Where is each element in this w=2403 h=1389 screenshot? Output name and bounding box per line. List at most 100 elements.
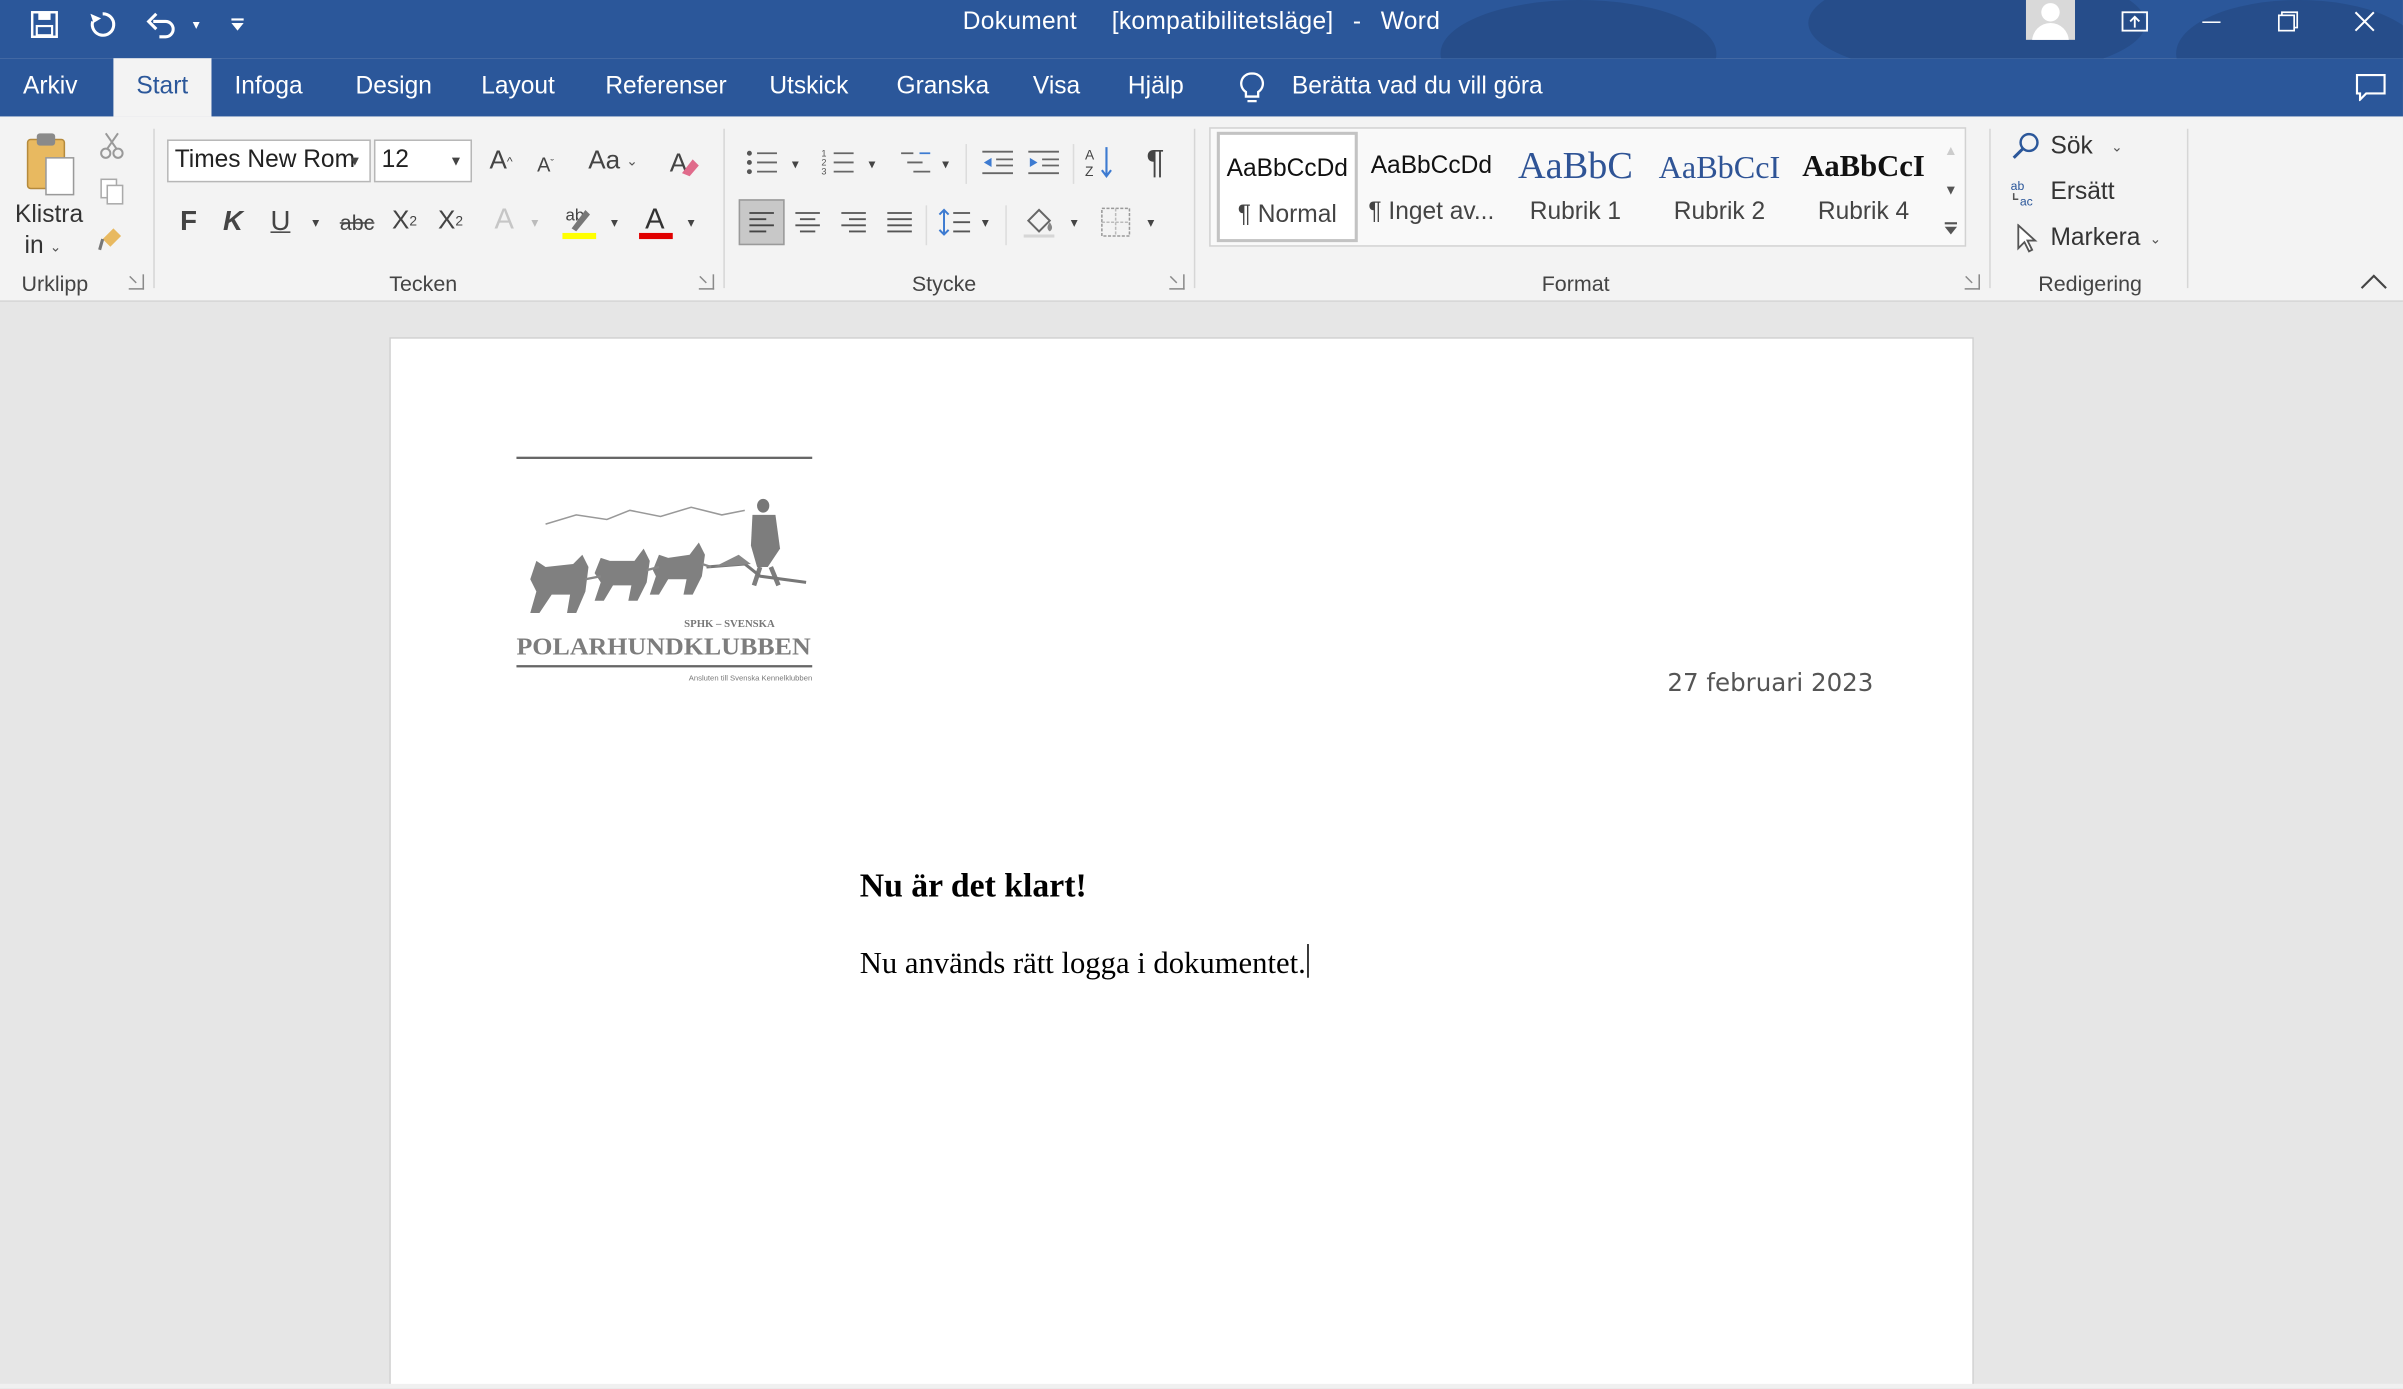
group-divider	[153, 128, 155, 289]
save-icon[interactable]	[21, 0, 67, 49]
chevron-down-icon: ▼	[347, 153, 362, 169]
text-effects-dropdown-icon[interactable]: ▾	[524, 205, 545, 239]
gallery-scroll-up-icon[interactable]: ▲	[1937, 132, 1965, 169]
tell-me-label: Berätta vad du vill göra	[1291, 73, 1543, 100]
tab-visa[interactable]: Visa	[1010, 58, 1103, 116]
increase-indent-icon[interactable]	[1024, 144, 1064, 181]
subscript-icon[interactable]: X2	[386, 202, 423, 239]
tab-design[interactable]: Design	[333, 58, 455, 116]
select-button[interactable]: Markera ⌄	[2014, 221, 2167, 258]
restore-icon[interactable]	[2250, 0, 2327, 43]
paragraph-launcher-icon[interactable]	[1169, 274, 1185, 290]
tab-hjalp[interactable]: Hjälp	[1105, 58, 1207, 116]
sort-icon[interactable]: AZ	[1082, 141, 1119, 184]
gallery-more-icon[interactable]	[1937, 210, 1965, 247]
collapse-ribbon-icon[interactable]	[2357, 270, 2391, 295]
tab-layout[interactable]: Layout	[458, 58, 578, 116]
tab-infoga[interactable]: Infoga	[211, 58, 325, 116]
tell-me-box[interactable]: Berätta vad du vill göra	[1234, 58, 1543, 116]
customize-qat-icon[interactable]	[224, 0, 252, 49]
tab-arkiv[interactable]: Arkiv	[0, 58, 100, 116]
underline-dropdown-icon[interactable]: ▾	[303, 205, 328, 239]
tab-start[interactable]: Start	[113, 58, 212, 117]
style-preview: AaBbC	[1517, 145, 1633, 187]
find-button[interactable]: Sök ⌄	[2011, 129, 2127, 166]
multilevel-dropdown-icon[interactable]: ▾	[935, 147, 956, 181]
comments-icon[interactable]	[2332, 58, 2396, 116]
numbering-icon[interactable]: 123	[818, 144, 858, 181]
club-logo[interactable]: SPHK – SVENSKA POLARHUNDKLUBBEN Ansluten…	[515, 454, 815, 690]
undo-dropdown-icon[interactable]: ▾	[184, 0, 209, 49]
copy-icon[interactable]	[95, 175, 129, 209]
style-heading-1[interactable]: AaBbC Rubrik 1	[1505, 132, 1646, 242]
shading-dropdown-icon[interactable]: ▾	[1064, 205, 1085, 239]
style-normal[interactable]: AaBbCcDd ¶ Normal	[1216, 131, 1358, 243]
body-text: Nu används rätt logga i dokumentet.	[859, 947, 1306, 981]
minimize-icon[interactable]	[2173, 0, 2250, 43]
tab-referenser[interactable]: Referenser	[582, 58, 749, 116]
group-divider	[723, 128, 725, 289]
shrink-font-icon[interactable]: Aˇ	[530, 147, 561, 181]
gallery-scroll-down-icon[interactable]: ▼	[1937, 172, 1965, 209]
compat-mode-label: [kompatibilitetsläge]	[1111, 9, 1334, 36]
borders-icon[interactable]	[1094, 202, 1137, 242]
decrease-indent-icon[interactable]	[978, 144, 1018, 181]
document-body[interactable]: Nu används rätt logga i dokumentet.	[860, 944, 1309, 982]
undo-icon[interactable]	[138, 0, 184, 49]
multilevel-list-icon[interactable]	[895, 144, 935, 181]
paste-label[interactable]: Klistra	[6, 201, 92, 232]
ribbon: Klistra in ⌄ Urklipp Times New Rom ▼ 12 ▼ A…	[0, 116, 2403, 302]
font-size-select[interactable]: 12 ▼	[373, 139, 473, 183]
clear-formatting-icon[interactable]: A	[665, 144, 702, 181]
replace-button[interactable]: ab ac Ersätt	[2011, 175, 2127, 212]
strikethrough-button[interactable]: abc	[337, 205, 377, 239]
superscript-icon[interactable]: X2	[432, 202, 469, 239]
show-formatting-icon[interactable]: ¶	[1137, 141, 1174, 184]
font-color-icon[interactable]: A	[634, 199, 677, 242]
format-painter-icon[interactable]	[95, 221, 129, 255]
ribbon-tabs: Arkiv Start Infoga Design Layout Referen…	[0, 58, 2403, 117]
style-no-spacing[interactable]: AaBbCcDd ¶ Inget av...	[1361, 132, 1502, 242]
paste-dropdown[interactable]: in ⌄	[12, 233, 73, 261]
svg-text:ac: ac	[2020, 194, 2033, 208]
align-center-icon[interactable]	[788, 202, 828, 242]
align-left-icon[interactable]	[738, 199, 785, 246]
grow-font-icon[interactable]: A ^	[484, 144, 518, 178]
group-label-urklipp: Urklipp	[21, 271, 89, 296]
bullets-icon[interactable]	[742, 144, 782, 181]
borders-dropdown-icon[interactable]: ▾	[1140, 205, 1161, 239]
font-family-select[interactable]: Times New Rom ▼	[167, 139, 371, 183]
underline-button[interactable]: U	[264, 202, 298, 239]
ribbon-display-options-icon[interactable]	[2096, 0, 2173, 43]
italic-button[interactable]: K	[216, 202, 250, 239]
style-heading-2[interactable]: AaBbCcI Rubrik 2	[1649, 132, 1790, 242]
align-right-icon[interactable]	[834, 202, 874, 242]
numbering-dropdown-icon[interactable]: ▾	[861, 147, 882, 181]
clipboard-launcher-icon[interactable]	[128, 274, 145, 290]
close-icon[interactable]	[2326, 0, 2403, 43]
tab-utskick[interactable]: Utskick	[746, 58, 871, 116]
document-heading[interactable]: Nu är det klart!	[860, 866, 1087, 906]
account-avatar[interactable]	[2025, 0, 2076, 40]
tab-granska[interactable]: Granska	[874, 58, 1013, 116]
font-color-dropdown-icon[interactable]: ▾	[680, 205, 701, 239]
status-area-edge	[0, 1383, 2403, 1389]
cut-icon[interactable]	[95, 129, 129, 163]
shading-icon[interactable]	[1018, 199, 1061, 242]
bold-button[interactable]: F	[172, 202, 206, 239]
justify-icon[interactable]	[880, 202, 920, 242]
line-spacing-dropdown-icon[interactable]: ▾	[975, 205, 996, 239]
change-case-button[interactable]: Aa ⌄	[582, 144, 643, 178]
autosave-refresh-icon[interactable]	[80, 0, 126, 49]
highlight-dropdown-icon[interactable]: ▾	[604, 205, 625, 239]
paste-icon[interactable]	[15, 129, 82, 199]
text-effects-icon[interactable]: A	[487, 202, 521, 239]
bullets-dropdown-icon[interactable]: ▾	[785, 147, 806, 181]
group-divider	[925, 205, 928, 246]
style-heading-4[interactable]: AaBbCcI Rubrik 4	[1793, 132, 1934, 242]
font-launcher-icon[interactable]	[698, 274, 715, 290]
text-cursor	[1307, 944, 1309, 978]
line-spacing-icon[interactable]	[935, 202, 975, 242]
highlight-icon[interactable]: ab	[558, 199, 601, 242]
styles-launcher-icon[interactable]	[1964, 274, 1980, 290]
